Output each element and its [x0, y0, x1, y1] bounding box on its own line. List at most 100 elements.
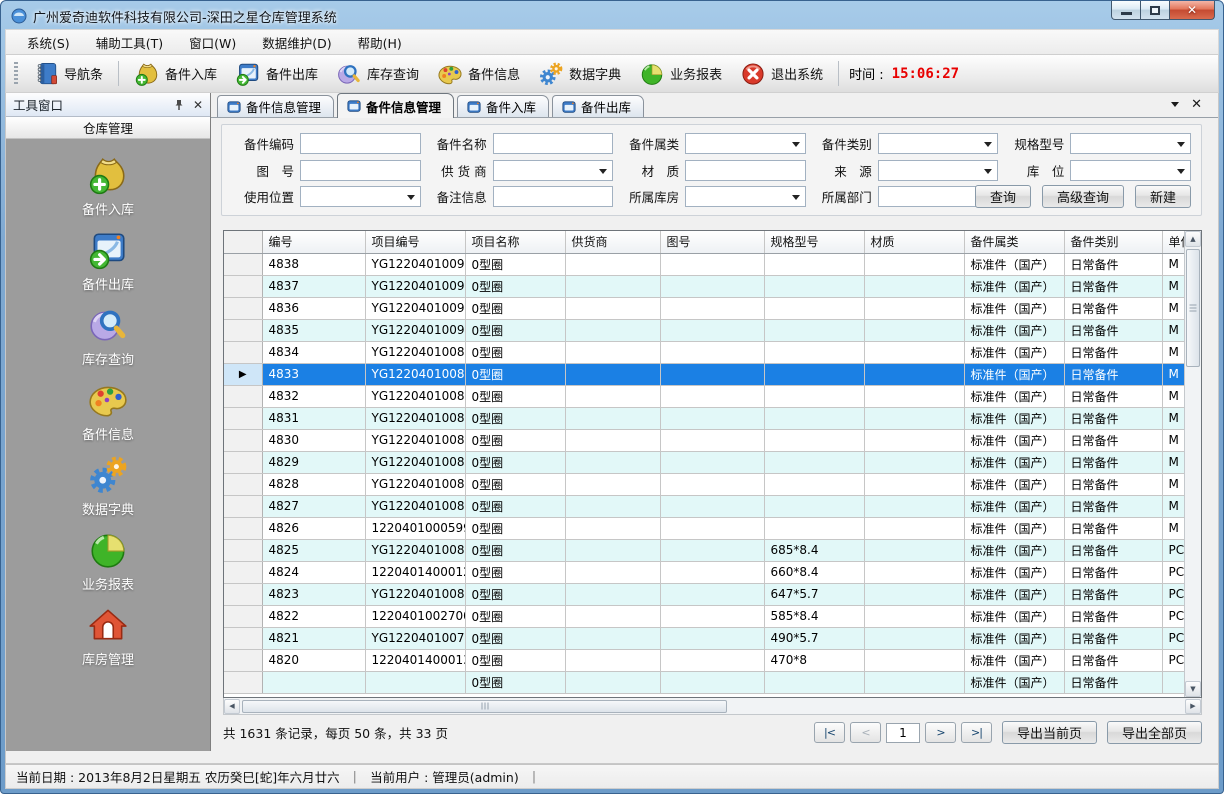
cell[interactable]: 4829 [262, 451, 365, 473]
cell[interactable] [660, 605, 764, 627]
cell[interactable]: 4828 [262, 473, 365, 495]
cell[interactable]: 4824 [262, 561, 365, 583]
cell[interactable]: 日常备件 [1064, 341, 1162, 363]
cell[interactable]: 4836 [262, 297, 365, 319]
cell[interactable] [660, 385, 764, 407]
row-selector[interactable] [224, 429, 262, 451]
advanced-query-button[interactable]: 高级查询 [1042, 185, 1124, 208]
cell[interactable]: 标准件（国产） [964, 407, 1064, 429]
cell[interactable]: 4823 [262, 583, 365, 605]
minimize-button[interactable] [1111, 1, 1141, 20]
cell[interactable] [660, 627, 764, 649]
cell[interactable]: 1220401400012 [365, 561, 465, 583]
cell[interactable]: 0型圈 [465, 473, 565, 495]
query-button[interactable]: 查询 [975, 185, 1031, 208]
use-position-dropdown[interactable] [300, 186, 421, 207]
page-number-input[interactable] [886, 723, 920, 743]
cell[interactable]: 647*5.7 [764, 583, 864, 605]
cell[interactable]: M [1162, 473, 1184, 495]
cell[interactable]: 标准件（国产） [964, 671, 1064, 693]
cell[interactable]: 0型圈 [465, 253, 565, 275]
cell[interactable]: 日常备件 [1064, 363, 1162, 385]
sidebar-section-header[interactable]: 仓库管理 [6, 117, 210, 139]
first-page-button[interactable]: |< [814, 722, 845, 743]
close-button[interactable]: ✕ [1169, 1, 1215, 20]
cell[interactable] [660, 407, 764, 429]
cell[interactable]: 1220401002700 [365, 605, 465, 627]
vertical-scrollbar[interactable]: ▲ ▼ [1184, 231, 1201, 697]
cell[interactable]: 标准件（国产） [964, 517, 1064, 539]
location-dropdown[interactable] [1070, 160, 1191, 181]
supplier-dropdown[interactable] [493, 160, 614, 181]
cell[interactable] [660, 495, 764, 517]
cell[interactable]: 日常备件 [1064, 649, 1162, 671]
column-header-9[interactable]: 单位 [1162, 231, 1184, 253]
cell[interactable] [864, 319, 964, 341]
cell[interactable]: 4822 [262, 605, 365, 627]
cell[interactable] [565, 451, 660, 473]
cell[interactable]: 标准件（国产） [964, 429, 1064, 451]
toolbar-button-parts-info[interactable]: 备件信息 [428, 58, 529, 90]
column-header-6[interactable]: 材质 [864, 231, 964, 253]
cell[interactable]: 标准件（国产） [964, 495, 1064, 517]
cell[interactable] [262, 671, 365, 693]
row-selector[interactable] [224, 473, 262, 495]
toolbar-button-exit[interactable]: 退出系统 [731, 58, 832, 90]
cell[interactable]: YG12204010082 [365, 495, 465, 517]
cell[interactable]: 0型圈 [465, 319, 565, 341]
cell[interactable]: 0型圈 [465, 649, 565, 671]
cell[interactable]: 标准件（国产） [964, 385, 1064, 407]
cell[interactable]: 4835 [262, 319, 365, 341]
cell[interactable]: 0型圈 [465, 561, 565, 583]
cell[interactable] [660, 517, 764, 539]
cell[interactable] [764, 341, 864, 363]
material-input[interactable] [685, 160, 806, 181]
cell[interactable]: 标准件（国产） [964, 319, 1064, 341]
scroll-left-icon[interactable]: ◀ [224, 699, 240, 714]
cell[interactable] [660, 275, 764, 297]
menu-item-help[interactable]: 帮助(H) [345, 29, 415, 56]
cell[interactable]: 4825 [262, 539, 365, 561]
new-button[interactable]: 新建 [1135, 185, 1191, 208]
sidebar-item-warehouse[interactable]: 库房管理 [82, 604, 134, 668]
cell[interactable]: M [1162, 363, 1184, 385]
part-code-input[interactable] [300, 133, 421, 154]
prev-page-button[interactable]: < [850, 722, 881, 743]
cell[interactable] [565, 583, 660, 605]
cell[interactable]: M [1162, 407, 1184, 429]
cell[interactable]: PC [1162, 561, 1184, 583]
cell[interactable]: 4833 [262, 363, 365, 385]
cell[interactable]: M [1162, 253, 1184, 275]
cell[interactable] [565, 385, 660, 407]
tab-parts-info-mgmt-2[interactable]: 备件信息管理 [337, 93, 454, 118]
cell[interactable]: 0型圈 [465, 385, 565, 407]
part-category-dropdown[interactable] [685, 133, 806, 154]
toolbar-grip-handle[interactable] [14, 62, 18, 86]
cell[interactable]: 0型圈 [465, 495, 565, 517]
maximize-button[interactable] [1140, 1, 1170, 20]
cell[interactable] [565, 297, 660, 319]
cell[interactable]: 4821 [262, 627, 365, 649]
scroll-right-icon[interactable]: ▶ [1185, 699, 1201, 714]
cell[interactable] [764, 253, 864, 275]
close-panel-icon[interactable]: ✕ [193, 99, 203, 111]
cell[interactable] [764, 671, 864, 693]
cell[interactable]: M [1162, 495, 1184, 517]
horizontal-scroll-thumb[interactable] [242, 700, 727, 713]
cell[interactable] [864, 539, 964, 561]
column-header-3[interactable]: 供货商 [565, 231, 660, 253]
cell[interactable] [764, 473, 864, 495]
row-selector[interactable] [224, 275, 262, 297]
row-selector[interactable] [224, 561, 262, 583]
export-current-page-button[interactable]: 导出当前页 [1002, 721, 1097, 744]
column-header-4[interactable]: 图号 [660, 231, 764, 253]
last-page-button[interactable]: >| [961, 722, 992, 743]
cell[interactable]: 4820 [262, 649, 365, 671]
cell[interactable]: 490*5.7 [764, 627, 864, 649]
cell[interactable] [764, 451, 864, 473]
toolbar-button-parts-in[interactable]: 备件入库 [125, 58, 226, 90]
cell[interactable] [764, 429, 864, 451]
part-type-dropdown[interactable] [878, 133, 999, 154]
row-selector[interactable] [224, 407, 262, 429]
cell[interactable] [565, 517, 660, 539]
